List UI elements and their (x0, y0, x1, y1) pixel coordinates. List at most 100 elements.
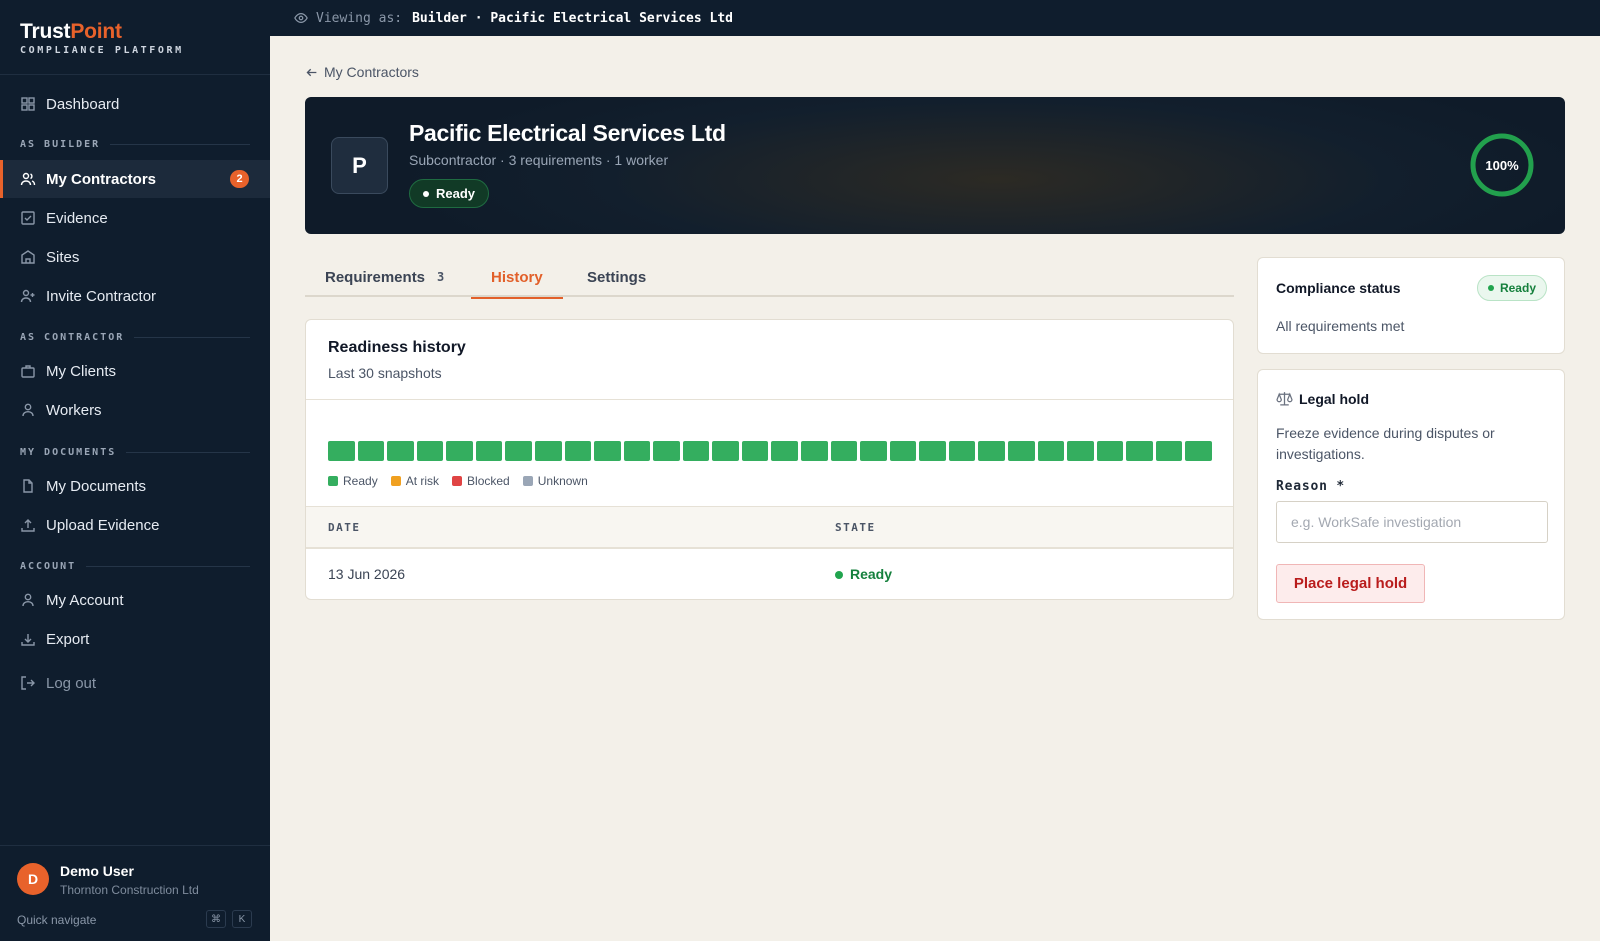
snapshot-bar[interactable] (889, 441, 917, 461)
sidebar-item-label: Invite Contractor (46, 287, 157, 305)
viewing-as-value: Builder · Pacific Electrical Services Lt… (412, 10, 733, 26)
snapshot-bar[interactable] (505, 441, 532, 461)
sidebar-item-label: My Contractors (46, 170, 157, 188)
arrow-left-icon (306, 68, 317, 76)
checkbox-icon (20, 210, 36, 226)
column-header-date[interactable]: DATE (328, 521, 361, 534)
building-icon (20, 249, 36, 265)
snapshot-bar[interactable] (328, 441, 355, 461)
snapshot-bar[interactable] (830, 441, 858, 461)
snapshot-bar[interactable] (860, 441, 887, 461)
snapshot-bar[interactable] (948, 441, 976, 461)
snapshot-bar[interactable] (357, 441, 385, 461)
snapshot-bar[interactable] (594, 441, 621, 461)
snapshot-bar[interactable] (978, 441, 1005, 461)
tab-history[interactable]: History (471, 257, 563, 299)
snapshot-bar[interactable] (534, 441, 562, 461)
briefcase-icon (20, 363, 36, 379)
snapshot-bar[interactable] (653, 441, 680, 461)
snapshot-bar[interactable] (741, 441, 769, 461)
sidebar-item-invite-contractor[interactable]: Invite Contractor (0, 277, 270, 315)
snapshot-bar[interactable] (564, 441, 592, 461)
contractor-avatar: P (331, 137, 388, 194)
snapshot-bar[interactable] (387, 441, 414, 461)
sidebar-item-label: Evidence (46, 209, 108, 227)
snapshot-bar[interactable] (682, 441, 710, 461)
snapshot-bar[interactable] (1037, 441, 1065, 461)
tab-settings[interactable]: Settings (581, 257, 646, 297)
snapshot-bar[interactable] (416, 441, 444, 461)
user-plus-icon (20, 288, 36, 304)
upload-icon (20, 517, 36, 533)
snapshot-bar[interactable] (475, 441, 503, 461)
snapshot-bar[interactable] (1067, 441, 1094, 461)
legend-item-blocked: Blocked (452, 474, 510, 488)
snapshot-bar[interactable] (1007, 441, 1035, 461)
sidebar-item-label: My Documents (46, 477, 147, 495)
count-badge: 2 (230, 170, 249, 188)
sidebar-item-my-documents[interactable]: My Documents (0, 467, 270, 505)
readiness-history-card: Readiness history Last 30 snapshots Read… (305, 319, 1234, 600)
shortcut-key: K (232, 910, 252, 928)
users-icon (20, 171, 36, 187)
brand-name: TrustPoint (20, 20, 122, 43)
snapshot-bar[interactable] (712, 441, 739, 461)
place-legal-hold-button[interactable]: Place legal hold (1276, 564, 1425, 603)
quick-navigate-label: Quick navigate (17, 913, 97, 927)
sidebar-item-label: Workers (46, 401, 102, 419)
card-title: Legal hold (1276, 390, 1369, 407)
readiness-percent: 100% (1485, 157, 1519, 173)
row-date: 13 Jun 2026 (328, 566, 406, 582)
legal-hold-card: Legal hold Freeze evidence during disput… (1257, 369, 1565, 620)
user-organization: Thornton Construction Ltd (60, 883, 199, 897)
sidebar-item-label: My Account (46, 591, 124, 609)
user-icon (20, 592, 36, 608)
sidebar-item-my-contractors[interactable]: My Contractors 2 (0, 160, 270, 198)
sidebar-item-label: Sites (46, 248, 80, 266)
logout-button[interactable]: Log out (0, 664, 270, 702)
card-title: Compliance status (1276, 280, 1401, 296)
user-profile[interactable]: D Demo User Thornton Construction Ltd Qu… (0, 845, 270, 941)
sidebar-item-export[interactable]: Export (0, 620, 270, 658)
snapshot-bar[interactable] (1185, 441, 1212, 461)
divider (0, 74, 270, 75)
status-badge: Ready (409, 179, 490, 208)
tab-count: 3 (437, 270, 445, 284)
sidebar-item-label: Log out (46, 674, 97, 692)
sidebar-item-my-account[interactable]: My Account (0, 581, 270, 619)
sidebar-item-label: Upload Evidence (46, 516, 160, 534)
snapshot-bar[interactable] (446, 441, 473, 461)
back-link[interactable]: My Contractors (305, 64, 419, 80)
snapshot-bar[interactable] (1155, 441, 1183, 461)
contractor-header: P Pacific Electrical Services Ltd Subcon… (305, 97, 1565, 234)
document-icon (20, 478, 36, 494)
page-title: Pacific Electrical Services Ltd (409, 120, 726, 146)
tab-bar: Requirements 3 History Settings (305, 257, 1234, 299)
sidebar-item-evidence[interactable]: Evidence (0, 199, 270, 237)
reason-input[interactable] (1276, 501, 1548, 543)
snapshot-bar[interactable] (919, 441, 946, 461)
status-badge: Ready (1476, 275, 1547, 301)
sidebar-item-workers[interactable]: Workers (0, 391, 270, 429)
brand-logo[interactable]: TrustPoint COMPLIANCE PLATFORM (20, 20, 184, 56)
sidebar-item-dashboard[interactable]: Dashboard (0, 85, 270, 123)
sidebar-item-label: My Clients (46, 362, 117, 380)
grid-icon (20, 96, 36, 112)
sidebar-item-upload-evidence[interactable]: Upload Evidence (0, 506, 270, 544)
snapshot-bar[interactable] (801, 441, 828, 461)
snapshot-bar[interactable] (771, 441, 798, 461)
snapshot-bar[interactable] (1096, 441, 1124, 461)
table-header: DATE STATE (306, 506, 1233, 549)
card-subtitle: Last 30 snapshots (328, 365, 442, 381)
avatar: D (17, 863, 49, 895)
snapshot-bar[interactable] (623, 441, 651, 461)
column-header-state[interactable]: STATE (835, 521, 876, 534)
sidebar-item-sites[interactable]: Sites (0, 238, 270, 276)
snapshot-bar[interactable] (1126, 441, 1153, 461)
viewing-as-label: Viewing as: (316, 10, 403, 26)
contractor-summary: Subcontractor · 3 requirements · 1 worke… (409, 152, 669, 168)
snapshot-timeline (328, 441, 1212, 461)
tab-requirements[interactable]: Requirements 3 (325, 257, 444, 297)
sidebar-item-my-clients[interactable]: My Clients (0, 352, 270, 390)
scales-icon (1276, 392, 1293, 406)
